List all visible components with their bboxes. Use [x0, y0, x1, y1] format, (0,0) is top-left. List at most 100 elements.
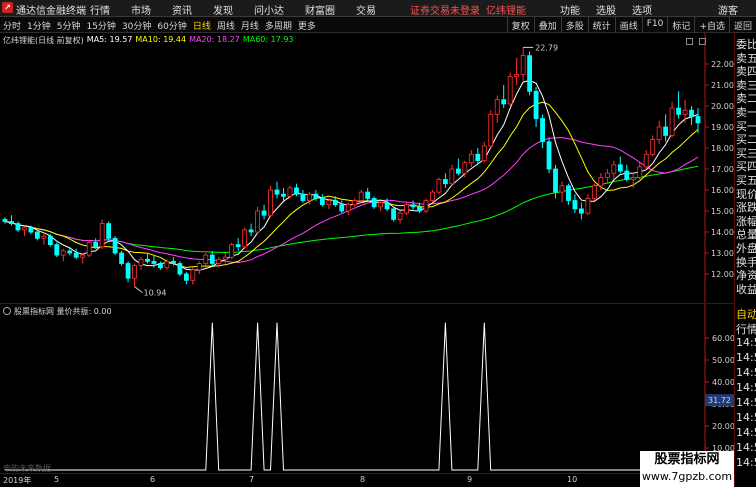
tool-draw[interactable]: 画线 — [614, 17, 642, 33]
tick-mode-label[interactable]: 自动 — [736, 306, 756, 322]
menu-item-stock-picker[interactable]: 选股 — [596, 2, 616, 17]
candle — [222, 253, 228, 264]
candle — [514, 57, 520, 85]
tab-30min[interactable]: 30分钟 — [122, 19, 151, 32]
candle-body-down — [475, 153, 481, 162]
tab-15min[interactable]: 15分钟 — [86, 19, 115, 32]
candle — [47, 234, 53, 247]
tool-adjust[interactable]: 复权 — [506, 17, 534, 33]
candle — [73, 248, 79, 260]
tool-multi-stock[interactable]: 多股 — [560, 17, 588, 33]
stock-name-notice: 亿纬锂能 — [486, 6, 526, 17]
tab-1min[interactable]: 1分钟 — [27, 19, 51, 32]
kline-chart-svg[interactable]: 12.00 13.00 14.00 15.00 16.00 17.00 18.00 19.00… — [0, 33, 734, 303]
tab-60min[interactable]: 60分钟 — [157, 19, 186, 32]
candle-body-up — [203, 254, 209, 264]
candle-body-up — [669, 107, 675, 136]
tick-time: 14:50 — [736, 411, 756, 424]
app-name: 通达信金融终端 — [16, 6, 86, 17]
candle-body-down — [170, 260, 176, 264]
tick-time: 14:50 — [736, 456, 756, 469]
candle-body-up — [436, 179, 442, 193]
candle — [281, 187, 286, 201]
menu-item-quotes[interactable]: 行情 — [90, 2, 110, 17]
candle-body-up — [268, 189, 273, 216]
menu-item-news[interactable]: 资讯 — [172, 2, 192, 17]
candle — [540, 114, 545, 148]
candle-body-down — [281, 193, 286, 197]
tick-time: 14:50 — [736, 441, 756, 454]
candle-body-up — [591, 185, 597, 199]
candle-body-down — [533, 90, 539, 119]
candle — [41, 234, 47, 245]
tab-multi-period[interactable]: 多周期 — [265, 19, 292, 32]
tab-more[interactable]: 更多 — [298, 19, 316, 32]
tab-weekly[interactable]: 周线 — [217, 19, 235, 32]
candle-body-up — [60, 250, 66, 256]
tool-back[interactable]: 返回 — [728, 17, 756, 33]
candle-body-down — [617, 164, 623, 172]
candle — [650, 135, 656, 157]
candle — [99, 219, 105, 249]
candle-body-down — [443, 179, 448, 185]
candle — [488, 110, 494, 148]
tool-add-watchlist[interactable]: +自选 — [694, 17, 729, 33]
candle-body-up — [559, 185, 565, 193]
candle — [196, 261, 202, 274]
tab-timeshare[interactable]: 分时 — [3, 19, 21, 32]
candle-body-down — [93, 242, 99, 248]
price-tick-label: 12.00 — [711, 270, 734, 279]
restore-icon[interactable] — [686, 38, 693, 45]
candle — [80, 253, 86, 264]
candle — [15, 221, 21, 232]
price-tick-label: 19.00 — [711, 123, 734, 132]
candle — [669, 101, 675, 138]
menu-item-wealth[interactable]: 财富圈 — [305, 2, 335, 17]
tool-stats[interactable]: 统计 — [587, 17, 615, 33]
candle — [566, 183, 571, 205]
low-price-label: 10.94 — [144, 289, 167, 298]
tab-5min[interactable]: 5分钟 — [57, 19, 81, 32]
stock-title: 亿纬锂能(日线 前复权) — [3, 36, 84, 45]
tick-time: 14:50 — [736, 381, 756, 394]
tick-time: 14:50 — [736, 336, 756, 349]
menu-item-discover[interactable]: 发现 — [213, 2, 233, 17]
maximize-icon[interactable] — [699, 38, 706, 45]
guest-account[interactable]: 游客 — [718, 2, 738, 17]
indicator-chart-svg[interactable]: 10.0020.0030.0040.0050.0060.0031.72 — [0, 304, 734, 474]
site-watermark: 股票指标网 www.7gpzb.com — [640, 451, 734, 487]
candle-body-up — [430, 191, 435, 201]
menu-item-options[interactable]: 选项 — [632, 2, 652, 17]
candle — [132, 263, 137, 287]
menu-item-market[interactable]: 市场 — [131, 2, 151, 17]
candle-body-up — [598, 176, 604, 187]
candle-body-down — [365, 191, 371, 199]
candle — [300, 190, 306, 203]
high-price-label: 22.79 — [535, 43, 558, 52]
menu-item-ask[interactable]: 问小达 — [254, 2, 284, 17]
candle-body-down — [2, 218, 8, 222]
menu-item-trade[interactable]: 交易 — [356, 2, 376, 17]
tab-daily[interactable]: 日线 — [193, 19, 211, 32]
menu-item-function[interactable]: 功能 — [560, 2, 580, 17]
gear-icon[interactable] — [3, 307, 11, 315]
candle — [112, 236, 118, 256]
candle-body-down — [47, 235, 53, 245]
kline-chart[interactable]: 12.00 13.00 14.00 15.00 16.00 17.00 18.00 19.00… — [0, 33, 734, 303]
candle-body-up — [397, 212, 403, 220]
candle — [591, 183, 597, 201]
candle — [410, 200, 416, 211]
indicator-pane[interactable]: 10.0020.0030.0040.0050.0060.0031.72 股票指标… — [0, 303, 734, 474]
tool-overlay[interactable]: 叠加 — [533, 17, 561, 33]
tab-monthly[interactable]: 月线 — [241, 19, 259, 32]
tool-mark[interactable]: 标记 — [667, 17, 694, 33]
price-tick-label: 14.00 — [711, 228, 734, 237]
candle-body-down — [235, 244, 241, 248]
candle-body-down — [119, 252, 124, 264]
candle-body-up — [462, 162, 468, 174]
login-notice[interactable]: 证券交易未登录 — [410, 2, 480, 17]
candle — [449, 164, 455, 186]
candle — [604, 169, 610, 184]
candle — [656, 120, 662, 144]
tool-f10[interactable]: F10 — [641, 17, 668, 33]
